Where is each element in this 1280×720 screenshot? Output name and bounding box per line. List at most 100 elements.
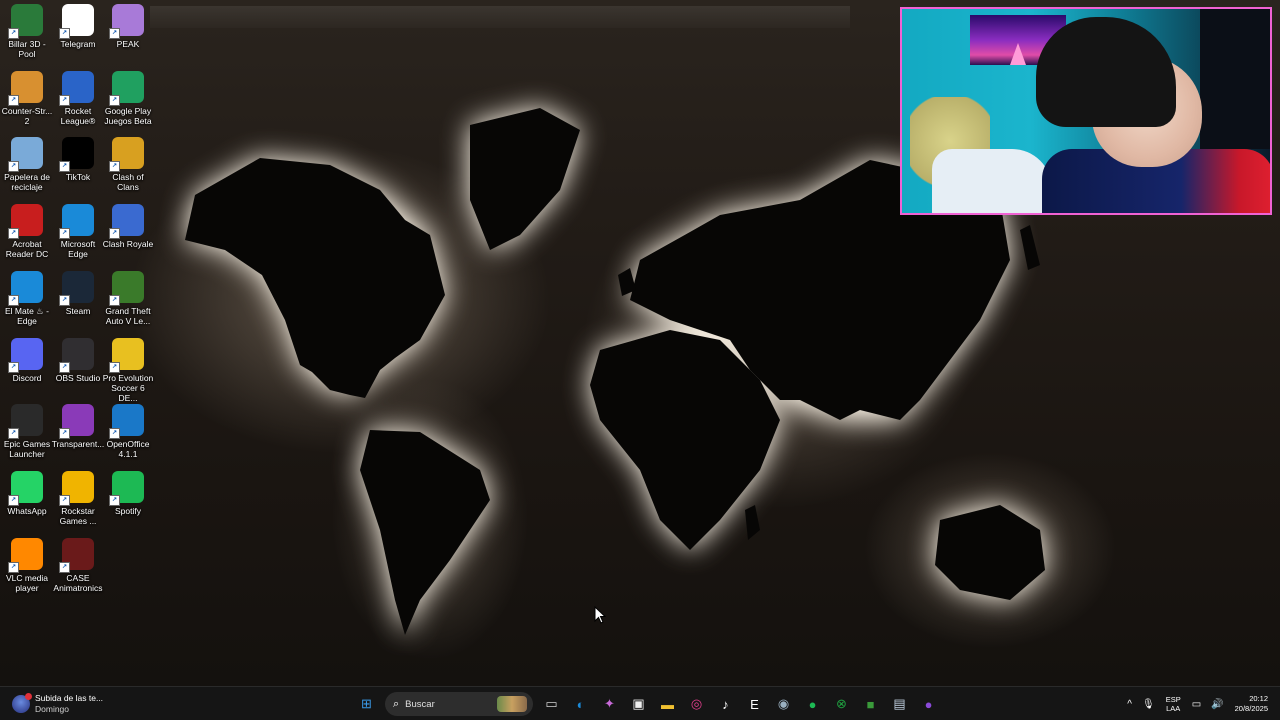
taskbar-store-button[interactable]: ▣ [626,691,652,717]
taskbar-search-box[interactable]: ⌕ Buscar [385,692,533,716]
desktop-icon[interactable]: ↗ Transparent... [51,404,105,449]
desktop-icon-label: Counter-Str... 2 [1,105,53,126]
spotify-icon: ↗ [109,470,144,506]
taskbar-snipping-button[interactable]: ▤ [887,691,913,717]
input-language-indicator[interactable]: ESP LAA [1166,695,1181,713]
desktop-icon[interactable]: ↗ El Mate ♨ - Edge [0,270,54,326]
desktop-icon-label: OpenOffice 4.1.1 [106,439,150,460]
desktop-icon[interactable]: ↗ OBS Studio [51,337,105,383]
taskbar-start-button[interactable]: ⊞ [354,691,380,717]
desktop-icon[interactable]: ↗ Discord [0,337,54,383]
shortcut-arrow-icon: ↗ [8,428,19,440]
shortcut-arrow-icon: ↗ [109,361,120,373]
desktop-icon[interactable]: ↗ Grand Theft Auto V Le... [101,270,155,326]
north-america-shape [185,158,445,398]
search-placeholder: Buscar [405,698,435,710]
shortcut-arrow-icon: ↗ [109,494,120,506]
whatsapp-icon: ↗ [8,470,43,506]
desktop-icon-label: Papelera de reciclaje [4,172,50,193]
taskbar-clock[interactable]: 20:12 20/8/2025 [1235,694,1268,714]
desktop-icon[interactable]: ↗ Rocket League® [51,70,105,126]
webcam-overlay [900,7,1272,215]
widget-subtitle: Domingo [35,704,70,714]
desktop-icon[interactable]: ↗ PEAK [101,4,155,49]
desktop-icon[interactable]: ↗ Clash Royale [101,204,155,249]
epic-games-icon: E [750,696,759,712]
desktop-icon[interactable]: ↗ Steam [51,270,105,316]
shortcut-arrow-icon: ↗ [59,494,70,506]
microphone-icon[interactable]: 🎙 [1142,699,1155,710]
weather-widget-icon [12,693,32,713]
taskbar-file-explorer-button[interactable]: ▬ [655,691,681,717]
transparent-icon: ↗ [59,404,94,440]
rockstar-icon: ↗ [59,470,94,506]
weather-widget[interactable]: Subida de las te... Domingo [12,690,103,718]
desktop-icon[interactable]: ↗ WhatsApp [0,470,54,516]
counter-strike-icon: ↗ [8,70,43,106]
taskbar-spotify-button[interactable]: ● [800,691,826,717]
tiktok-icon: ♪ [722,696,729,712]
shortcut-arrow-icon: ↗ [59,428,70,440]
google-play-games-icon: ↗ [109,70,144,106]
taskbar-edge-button[interactable]: ◐ [568,691,594,717]
desktop-icon[interactable]: ↗ TikTok [51,137,105,182]
volume-icon[interactable]: 🔊 [1211,699,1223,710]
taskbar-instagram-button[interactable]: ◎ [684,691,710,717]
desktop-icon[interactable]: ↗ Billar 3D - Pool [0,4,54,59]
desktop-icon[interactable]: ↗ Papelera de reciclaje [0,137,54,192]
shortcut-arrow-icon: ↗ [59,161,70,173]
shortcut-arrow-icon: ↗ [8,94,19,106]
desktop-icon-label: El Mate ♨ - Edge [5,305,49,326]
desktop-icon[interactable]: ↗ Rockstar Games ... [51,470,105,526]
desktop-icon[interactable]: ↗ OpenOffice 4.1.1 [101,404,155,459]
desktop-icon[interactable]: ↗ Telegram [51,4,105,49]
desktop-icon[interactable]: ↗ Microsoft Edge [51,204,105,259]
desktop-icon[interactable]: ↗ Counter-Str... 2 [0,70,54,126]
desktop-icon[interactable]: ↗ Google Play Juegos Beta [101,70,155,126]
desktop-icon-label: Transparent... [51,439,105,450]
edge-icon: ↗ [59,204,94,240]
store-icon: ▣ [632,696,645,711]
show-hidden-icons-chevron-icon[interactable]: ^ [1127,699,1132,710]
desktop-icon-label: Telegram [60,39,96,49]
desktop-icon-label: Spotify [115,505,141,516]
desktop-icon-label: Pro Evolution Soccer 6 DE... [102,372,154,403]
rocket-league-icon: ↗ [59,70,94,106]
desktop-icon-label: Clash of Clans [112,172,144,193]
taskbar-tiktok-button[interactable]: ♪ [713,691,739,717]
taskbar-copilot-button[interactable]: ✦ [597,691,623,717]
desktop-icon-label: CASE Animatronics [53,572,103,593]
spotify-icon: ● [808,696,817,712]
steam-icon: ↗ [59,270,94,306]
desktop-icon-label: Steam [65,305,91,316]
australia-shape [935,505,1045,600]
taskbar-task-view-button[interactable]: ▭ [539,691,565,717]
taskbar-chrome-button[interactable]: ◉ [771,691,797,717]
desktop-icon[interactable]: ↗ Pro Evolution Soccer 6 DE... [101,337,155,403]
desktop-icon[interactable]: ↗ Epic Games Launcher [0,404,54,459]
desktop-icon[interactable]: ↗ Spotify [101,470,155,516]
shortcut-arrow-icon: ↗ [8,228,19,240]
webcam-dark-wall [1200,9,1270,149]
japan-shape [1020,225,1040,270]
desktop-icon[interactable]: ↗ Acrobat Reader DC [0,204,54,259]
edge-icon: ◐ [576,696,585,712]
clock-date: 20/8/2025 [1234,704,1268,713]
shortcut-arrow-icon: ↗ [8,494,19,506]
desktop-icon[interactable]: ↗ VLC media player [0,537,54,593]
shortcut-arrow-icon: ↗ [59,28,70,39]
taskbar-epic-games-button[interactable]: E [742,691,768,717]
taskbar-minecraft-button[interactable]: ■ [858,691,884,717]
network-icon[interactable]: ▭ [1192,699,1201,710]
taskbar-xbox-button[interactable]: ⊗ [829,691,855,717]
desktop-icon-label: OBS Studio [55,372,101,383]
desktop-icon[interactable]: ↗ CASE Animatronics [51,537,105,593]
mouse-cursor-icon [594,606,606,624]
desktop-icon-label: Rockstar Games ... [59,505,97,526]
clash-royale-icon: ↗ [109,204,144,240]
shortcut-arrow-icon: ↗ [109,228,120,240]
desktop-icon[interactable]: ↗ Clash of Clans [101,137,155,192]
shortcut-arrow-icon: ↗ [8,561,19,573]
taskbar-transparent-button[interactable]: ● [916,691,942,717]
tiktok-icon: ↗ [59,137,94,173]
